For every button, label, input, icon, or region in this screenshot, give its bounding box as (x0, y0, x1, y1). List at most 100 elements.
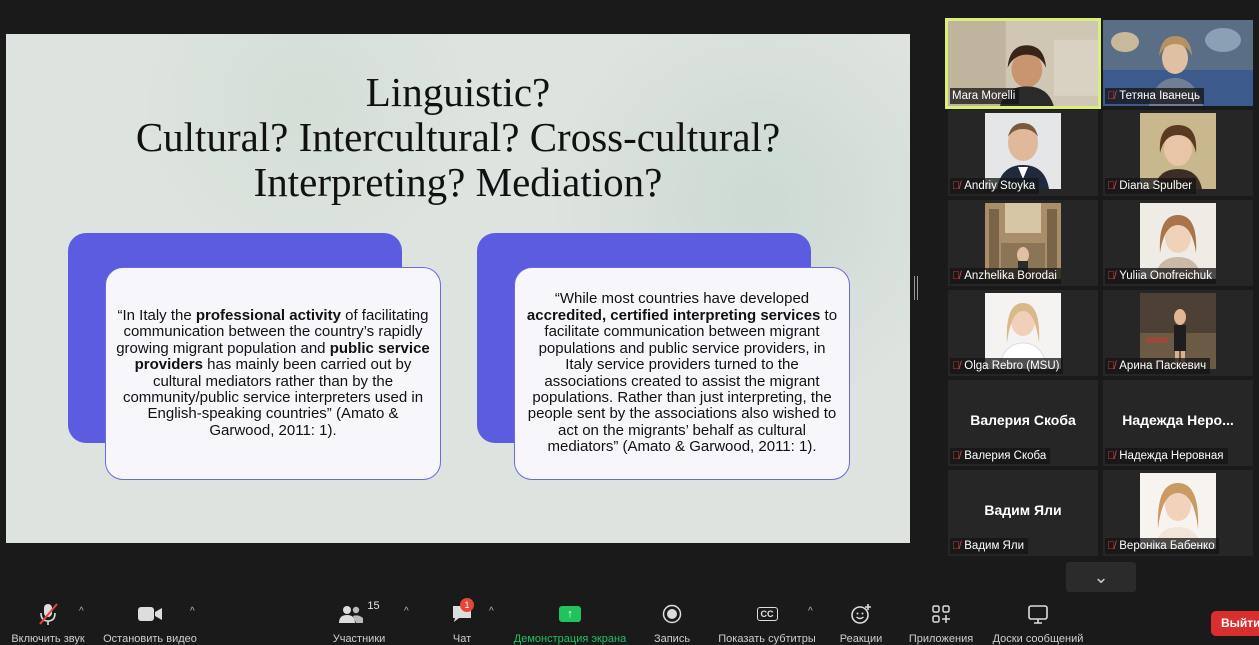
toolbar-label: Доски сообщений (992, 633, 1084, 645)
record-icon (650, 600, 694, 628)
participant-name: Арина Паскевич (1119, 360, 1207, 372)
quote-text: “In Italy the professional activity of f… (116, 306, 430, 439)
chevron-up-icon[interactable]: ^ (79, 606, 84, 617)
participant-name-label: 🎙̸ Арина Паскевич (1105, 358, 1211, 374)
slide-title-line: Interpreting? Mediation? (253, 159, 663, 205)
mic-muted-icon: 🎙̸ (952, 450, 961, 462)
participant-name: Тетяна Іванець (1119, 90, 1200, 102)
whiteboards-button[interactable]: Доски сообщений (988, 600, 1088, 645)
participant-display-name: Вадим Яли (984, 502, 1062, 518)
participant-tile[interactable]: 🎙̸ Andriy Stoyka (948, 110, 1098, 196)
unmute-button[interactable]: Включить звук (8, 600, 88, 645)
meeting-toolbar: Включить звук ^ Остановить видео ^ 15 Уч… (0, 596, 1259, 645)
participant-name: Diana Spulber (1119, 180, 1193, 192)
participant-name-label: 🎙̸ Вероніка Бабенко (1105, 538, 1219, 554)
mic-muted-icon (8, 600, 88, 628)
mic-muted-icon: 🎙̸ (1107, 180, 1116, 192)
toolbar-label: Включить звук (11, 633, 85, 645)
mic-muted-icon: 🎙̸ (1107, 540, 1116, 552)
shared-slide: Linguistic? Cultural? Intercultural? Cro… (6, 34, 910, 543)
participant-tile[interactable]: Валерия Скоба 🎙̸ Валерия Скоба (948, 380, 1098, 466)
participant-name: Yuliia Onofreichuk (1119, 270, 1212, 282)
participant-name: Mara Morelli (952, 90, 1016, 102)
quote-card-2: “While most countries have developed acc… (514, 267, 850, 480)
quote-bold: accredited, certified interpreting servi… (526, 306, 821, 324)
apps-button[interactable]: Приложения (904, 600, 978, 645)
chevron-down-icon: ⌄ (1093, 566, 1109, 587)
participant-name: Вероніка Бабенко (1119, 540, 1215, 552)
participant-tile[interactable]: Mara Morelli (945, 18, 1101, 109)
participants-button[interactable]: 15 Участники (330, 600, 388, 645)
chat-icon: 1 (446, 598, 478, 628)
mic-muted-icon: 🎙̸ (1107, 270, 1116, 282)
participant-name-label: 🎙̸ Надежда Неровная (1105, 448, 1228, 464)
toolbar-label: Реакции (839, 633, 883, 645)
toolbar-label: Участники (332, 633, 386, 645)
mic-muted-icon: 🎙̸ (1107, 360, 1116, 372)
participant-name-label: Mara Morelli (950, 88, 1020, 104)
cc-glyph: CC (756, 607, 778, 621)
participant-name: Надежда Неровная (1119, 450, 1224, 462)
participant-name-label: 🎙̸ Тетяна Іванець (1105, 88, 1204, 104)
share-screen-icon: ↑ (511, 600, 629, 628)
mic-muted-icon: 🎙̸ (952, 540, 961, 552)
quote-text: “While most countries have developed acc… (525, 291, 839, 455)
chat-unread-badge: 1 (460, 598, 474, 612)
participant-tile[interactable]: 🎙̸ Арина Паскевич (1103, 290, 1253, 376)
mic-muted-icon: 🎙̸ (952, 270, 961, 282)
quote-bold: professional activity (195, 306, 341, 324)
quote-card-1: “In Italy the professional activity of f… (105, 267, 441, 480)
participant-name-label: 🎙̸ Anzhelika Borodai (950, 268, 1061, 284)
participant-name-label: 🎙̸ Diana Spulber (1105, 178, 1197, 194)
quote-part: “While most countries have developed (554, 290, 810, 308)
toolbar-label: Приложения (908, 633, 974, 645)
participant-tile[interactable]: 🎙̸ Тетяна Іванець (1103, 20, 1253, 106)
participant-name-label: 🎙̸ Вадим Яли (950, 538, 1028, 554)
participant-name-label: 🎙̸ Yuliia Onofreichuk (1105, 268, 1216, 284)
toolbar-label: Запись (653, 633, 691, 645)
closed-captions-icon: CC (715, 600, 819, 628)
slide-title: Linguistic? Cultural? Intercultural? Cro… (6, 70, 910, 205)
participant-tile[interactable]: 🎙̸ Anzhelika Borodai (948, 200, 1098, 286)
chat-button[interactable]: 1 Чат (446, 598, 478, 645)
participant-name-label: 🎙̸ Валерия Скоба (950, 448, 1051, 464)
show-captions-button[interactable]: CC Показать субтитры (715, 600, 819, 645)
chevron-up-icon[interactable]: ^ (808, 606, 813, 617)
participant-display-name: Валерия Скоба (970, 412, 1076, 428)
emoji-plus-icon (838, 600, 884, 628)
video-camera-icon (102, 600, 198, 628)
participant-tile[interactable]: Надежда Неро... 🎙̸ Надежда Неровная (1103, 380, 1253, 466)
participants-icon: 15 (330, 600, 388, 628)
participant-name: Вадим Яли (964, 540, 1024, 552)
slide-title-line: Linguistic? (365, 69, 551, 115)
reactions-button[interactable]: Реакции (838, 600, 884, 645)
mic-muted-icon: 🎙̸ (1107, 450, 1116, 462)
leave-meeting-button[interactable]: Выйти (1211, 611, 1259, 636)
chevron-up-icon[interactable]: ^ (404, 606, 409, 617)
quote-part: to facilitate communication between migr… (527, 306, 838, 456)
participant-tile[interactable]: 🎙̸ Вероніка Бабенко (1103, 470, 1253, 556)
mic-muted-icon: 🎙̸ (1107, 90, 1116, 102)
quote-part: “In Italy the (117, 306, 196, 324)
chevron-up-icon[interactable]: ^ (190, 606, 195, 617)
participant-name: Olga Rebro (MSU) (964, 360, 1060, 372)
panel-resize-handle[interactable] (914, 276, 918, 300)
participant-name-label: 🎙̸ Olga Rebro (MSU) (950, 358, 1064, 374)
toolbar-label: Показать субтитры (718, 633, 816, 645)
mic-muted-icon: 🎙̸ (952, 360, 961, 372)
record-button[interactable]: Запись (650, 600, 694, 645)
gallery-scroll-down-button[interactable]: ⌄ (1066, 562, 1136, 592)
participant-tile[interactable]: 🎙̸ Yuliia Onofreichuk (1103, 200, 1253, 286)
participants-count: 15 (367, 600, 380, 612)
share-screen-button[interactable]: ↑ Демонстрация экрана (511, 600, 629, 645)
chevron-up-icon[interactable]: ^ (489, 606, 494, 617)
stop-video-button[interactable]: Остановить видео (102, 600, 198, 645)
participant-tile[interactable]: 🎙̸ Olga Rebro (MSU) (948, 290, 1098, 376)
mic-muted-icon: 🎙̸ (952, 180, 961, 192)
participant-tile[interactable]: Вадим Яли 🎙̸ Вадим Яли (948, 470, 1098, 556)
toolbar-label: Чат (452, 633, 472, 645)
whiteboard-icon (988, 600, 1088, 628)
participant-tile[interactable]: 🎙̸ Diana Spulber (1103, 110, 1253, 196)
participant-name: Валерия Скоба (964, 450, 1047, 462)
participant-display-name: Надежда Неро... (1122, 412, 1234, 428)
